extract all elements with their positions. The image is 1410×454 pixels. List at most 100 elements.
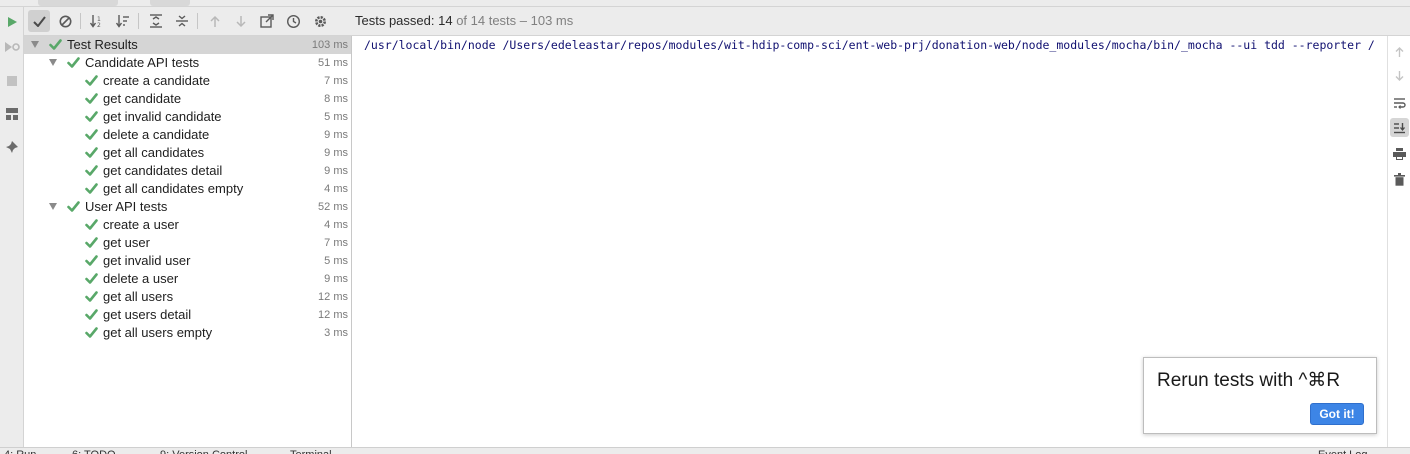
test-duration: 9 ms [324, 165, 348, 177]
tree-test-row[interactable]: get all users 12 ms [24, 288, 351, 306]
passed-check-icon [85, 146, 98, 159]
passed-check-icon [85, 218, 98, 231]
test-duration: 51 ms [318, 57, 348, 69]
test-duration: 7 ms [324, 237, 348, 249]
tree-test-row[interactable]: get all candidates 9 ms [24, 144, 351, 162]
test-duration: 5 ms [324, 111, 348, 123]
test-duration: 4 ms [324, 183, 348, 195]
test-duration: 7 ms [324, 75, 348, 87]
print-icon[interactable] [1390, 144, 1409, 163]
passed-check-icon [67, 200, 80, 213]
editor-tab[interactable] [38, 0, 118, 6]
test-name: get all users empty [103, 325, 213, 340]
sort-alpha-icon[interactable]: 12 [86, 10, 108, 32]
sort-duration-icon[interactable] [112, 10, 134, 32]
show-passed-icon[interactable] [28, 10, 50, 32]
test-name: get candidates detail [103, 163, 223, 178]
run-tool-window-gutter [0, 7, 24, 447]
test-duration: 5 ms [324, 255, 348, 267]
layout-icon[interactable] [2, 104, 22, 124]
tree-test-row[interactable]: get user 7 ms [24, 234, 351, 252]
svg-text:2: 2 [97, 22, 101, 28]
export-icon[interactable] [256, 10, 278, 32]
test-results-tree: Test Results 103 ms Candidate API tests 51 … [24, 36, 352, 447]
test-name: create a user [103, 217, 179, 232]
passed-check-icon [85, 326, 98, 339]
passed-check-icon [85, 290, 98, 303]
tree-test-row[interactable]: get candidate 8 ms [24, 90, 351, 108]
passed-check-icon [85, 128, 98, 141]
prev-failed-icon[interactable] [204, 10, 226, 32]
tree-test-row[interactable]: create a user 4 ms [24, 216, 351, 234]
test-name: get user [103, 235, 150, 250]
settings-icon[interactable] [309, 10, 331, 32]
editor-tab[interactable] [150, 0, 190, 6]
toolbar-separator [197, 13, 198, 29]
tool-window-tab[interactable]: 9: Version Control [160, 450, 247, 454]
expand-arrow-icon[interactable] [49, 203, 57, 210]
tree-test-row[interactable]: get users detail 12 ms [24, 306, 351, 324]
test-name: get all candidates [103, 145, 205, 160]
test-duration: 12 ms [318, 309, 348, 321]
tree-test-row[interactable]: get candidates detail 9 ms [24, 162, 351, 180]
show-ignored-icon[interactable] [54, 10, 76, 32]
editor-tabs-strip [0, 0, 1410, 7]
tree-test-row[interactable]: delete a candidate 9 ms [24, 126, 351, 144]
clear-icon[interactable] [1390, 170, 1409, 189]
next-failed-icon[interactable] [230, 10, 252, 32]
tool-window-tab[interactable]: Event Log [1318, 450, 1368, 454]
tree-test-row[interactable]: get all candidates empty 4 ms [24, 180, 351, 198]
passed-check-icon [85, 272, 98, 285]
test-duration: 12 ms [318, 291, 348, 303]
toolbar-separator [80, 13, 81, 29]
status-prefix: Tests passed: [355, 13, 439, 28]
expand-arrow-icon[interactable] [31, 41, 39, 48]
test-name: get candidate [103, 91, 182, 106]
passed-check-icon [85, 236, 98, 249]
test-status-summary: Tests passed: 14 of 14 tests – 103 ms [355, 13, 573, 28]
test-name: Test Results [67, 37, 138, 52]
tool-window-tab[interactable]: 4: Run [4, 450, 36, 454]
passed-check-icon [85, 182, 98, 195]
passed-check-icon [49, 38, 62, 51]
tree-test-row[interactable]: delete a user 9 ms [24, 270, 351, 288]
test-duration: 3 ms [324, 327, 348, 339]
test-name: Candidate API tests [85, 55, 200, 70]
expand-all-icon[interactable] [145, 10, 167, 32]
tree-suite-row[interactable]: Candidate API tests 51 ms [24, 54, 351, 72]
stop-icon[interactable] [2, 71, 22, 91]
tree-root-row[interactable]: Test Results 103 ms [24, 36, 351, 54]
pin-icon[interactable] [2, 137, 22, 157]
tool-window-tab[interactable]: Terminal [290, 450, 332, 454]
soft-wrap-icon[interactable] [1390, 93, 1409, 112]
tool-window-tab[interactable]: 6: TODO [72, 450, 116, 454]
passed-count: 14 [438, 13, 453, 28]
got-it-button[interactable]: Got it! [1310, 403, 1364, 425]
history-icon[interactable] [282, 10, 304, 32]
test-name: delete a user [103, 271, 179, 286]
rerun-hint-tooltip: Rerun tests with ^⌘R Got it! [1143, 357, 1377, 434]
tree-test-row[interactable]: create a candidate 7 ms [24, 72, 351, 90]
run-icon[interactable] [2, 12, 22, 32]
test-duration: 9 ms [324, 147, 348, 159]
expand-arrow-icon[interactable] [49, 59, 57, 66]
test-duration: 4 ms [324, 219, 348, 231]
test-name: get all users [103, 289, 174, 304]
test-duration: 9 ms [324, 129, 348, 141]
passed-check-icon [85, 92, 98, 105]
test-duration: 8 ms [324, 93, 348, 105]
tooltip-text: Rerun tests with ^⌘R [1157, 370, 1341, 391]
rerun-failed-icon[interactable] [2, 37, 22, 57]
tree-suite-row[interactable]: User API tests 52 ms [24, 198, 351, 216]
tree-test-row[interactable]: get invalid candidate 5 ms [24, 108, 351, 126]
test-duration: 9 ms [324, 273, 348, 285]
scroll-down-icon[interactable] [1390, 66, 1409, 85]
scroll-to-end-icon[interactable] [1390, 118, 1409, 137]
test-runner-toolbar: 12 Tests passed: 14 of 14 tests – 103 ms [24, 7, 1410, 36]
tree-test-row[interactable]: get invalid user 5 ms [24, 252, 351, 270]
passed-check-icon [85, 308, 98, 321]
test-name: get invalid user [103, 253, 191, 268]
tree-test-row[interactable]: get all users empty 3 ms [24, 324, 351, 342]
scroll-up-icon[interactable] [1390, 42, 1409, 61]
collapse-all-icon[interactable] [171, 10, 193, 32]
